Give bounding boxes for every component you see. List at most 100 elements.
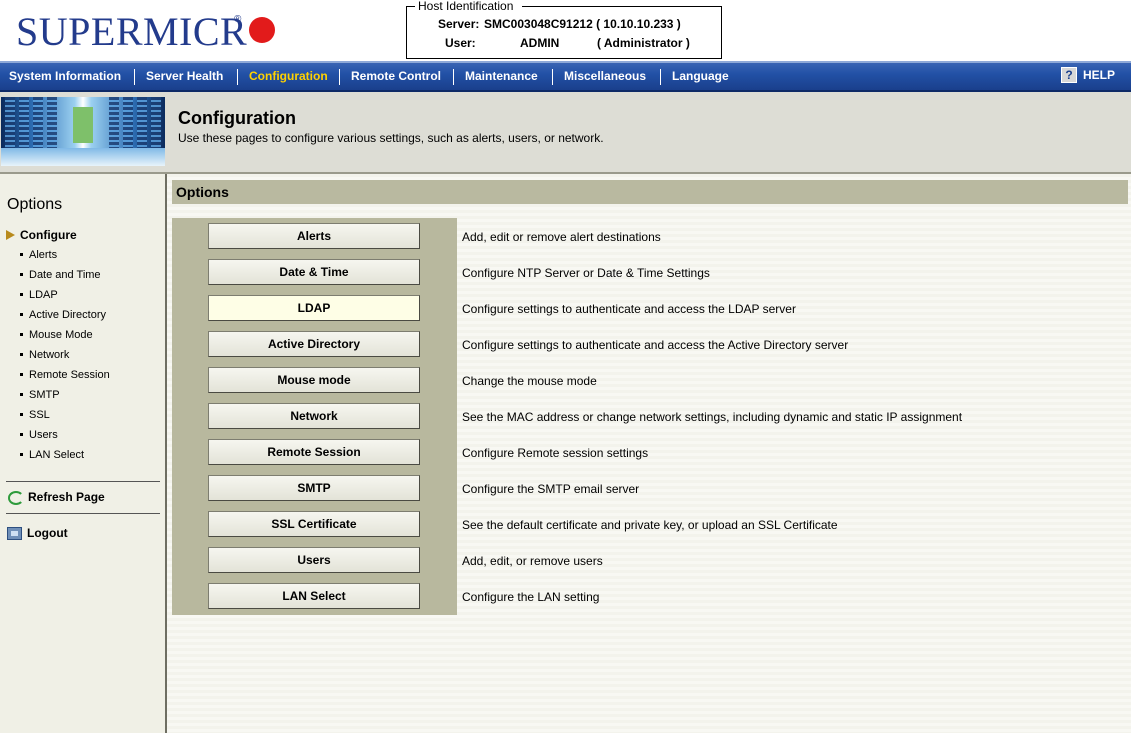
options-header-label: Options [176,184,229,200]
sidebar-divider-line [6,481,160,482]
nav-system-information[interactable]: System Information [9,69,121,83]
nav-separator [552,69,553,85]
user-label: User: [445,36,476,50]
host-identification-box: Host Identification Server: SMC003048C91… [406,0,722,59]
arrow-right-icon [6,230,15,240]
sidebar-item-network[interactable]: Network [20,349,69,362]
page-title: Configuration [178,108,296,128]
bullet-icon [20,333,23,336]
datacenter-banner-image [1,97,165,166]
sidebar-item-date-and-time[interactable]: Date and Time [20,269,101,282]
host-box-border [407,6,415,7]
sidebar-item-smtp[interactable]: SMTP [20,389,60,402]
nav-remote-control[interactable]: Remote Control [351,69,441,83]
nav-miscellaneous[interactable]: Miscellaneous [564,69,646,83]
refresh-page-label: Refresh Page [28,490,105,504]
ssl-certificate-button[interactable]: SSL Certificate [208,511,420,537]
main-navigation: System Information Server Health Configu… [0,61,1131,92]
sidebar-title: Options [7,196,63,213]
help-icon: ? [1060,67,1077,83]
options-header: Options [172,180,1128,204]
window-graphic [73,107,93,143]
floor-graphic [1,148,165,166]
bullet-icon [20,313,23,316]
sidebar-item-mouse-mode[interactable]: Mouse Mode [20,329,93,342]
sidebar-divider-line [6,513,160,514]
logo-registered-mark: ® [234,14,242,25]
active-directory-button[interactable]: Active Directory [208,331,420,357]
host-identification-legend: Host Identification [417,0,515,13]
lan-select-button[interactable]: LAN Select [208,583,420,609]
sidebar-item-remote-session[interactable]: Remote Session [20,369,110,382]
nav-maintenance[interactable]: Maintenance [465,69,538,83]
sidebar-item-label: SSL [29,409,50,421]
ldap-button[interactable]: LDAP [208,295,420,321]
logout-link[interactable]: Logout [7,526,68,540]
nav-separator [660,69,661,85]
smtp-description: Configure the SMTP email server [462,482,640,496]
user-value: ADMIN [520,36,560,50]
alerts-description: Add, edit or remove alert destinations [462,230,661,244]
mouse-mode-description: Change the mouse mode [462,374,597,388]
sidebar-item-ssl[interactable]: SSL [20,409,50,422]
server-label: Server: [438,17,480,31]
network-button[interactable]: Network [208,403,420,429]
bullet-icon [20,293,23,296]
nav-configuration[interactable]: Configuration [249,69,328,83]
nav-separator [339,69,340,85]
sidebar-item-label: LAN Select [29,449,85,461]
date-time-description: Configure NTP Server or Date & Time Sett… [462,266,710,280]
bullet-icon [20,393,23,396]
nav-separator [453,69,454,85]
sidebar-item-label: Remote Session [29,369,110,381]
alerts-button[interactable]: Alerts [208,223,420,249]
sidebar-item-lan-select[interactable]: LAN Select [20,449,84,462]
active-directory-description: Configure settings to authenticate and a… [462,338,849,352]
sidebar-item-label: Mouse Mode [29,329,93,341]
nav-language[interactable]: Language [672,69,729,83]
bullet-icon [20,373,23,376]
sidebar-item-label: Users [29,429,58,441]
nav-server-health[interactable]: Server Health [146,69,223,83]
smtp-button[interactable]: SMTP [208,475,420,501]
logout-label: Logout [27,526,68,540]
help-label: HELP [1082,68,1115,82]
sidebar-item-active-directory[interactable]: Active Directory [20,309,106,322]
remote-session-description: Configure Remote session settings [462,446,649,460]
lan-select-description: Configure the LAN setting [462,590,600,604]
sidebar-item-alerts[interactable]: Alerts [20,249,57,262]
mouse-mode-button[interactable]: Mouse mode [208,367,420,393]
remote-session-button[interactable]: Remote Session [208,439,420,465]
nav-separator [134,69,135,85]
network-description: See the MAC address or change network se… [462,410,963,424]
sidebar-item-users[interactable]: Users [20,429,58,442]
nav-separator [237,69,238,85]
ldap-description: Configure settings to authenticate and a… [462,302,796,316]
sidebar-item-label: LDAP [29,289,58,301]
ssl-certificate-description: See the default certificate and private … [462,518,838,532]
bullet-icon [20,433,23,436]
logo-dot-icon [249,17,276,43]
sidebar-item-label: Alerts [29,249,58,261]
sidebar-section-configure[interactable]: Configure [6,228,77,242]
users-description: Add, edit, or remove users [462,554,603,568]
sidebar-item-label: Network [29,349,70,361]
app-root: SUPERMICR ® Host Identification Server: … [0,0,1131,733]
bullet-icon [20,273,23,276]
sidebar-item-ldap[interactable]: LDAP [20,289,58,302]
logo-text: SUPERMICR [16,9,248,54]
bullet-icon [20,353,23,356]
logout-icon [7,526,22,540]
refresh-page-link[interactable]: Refresh Page [7,490,105,505]
help-button[interactable]: ? HELP [1060,67,1115,83]
bullet-icon [20,453,23,456]
user-role: ( Administrator ) [597,36,690,50]
bullet-icon [20,253,23,256]
host-box-border [522,6,721,7]
page-subtitle: Use these pages to configure various set… [178,131,604,145]
sidebar-section-label: Configure [20,228,77,242]
sidebar-item-label: Active Directory [29,309,107,321]
bullet-icon [20,413,23,416]
users-button[interactable]: Users [208,547,420,573]
date-time-button[interactable]: Date & Time [208,259,420,285]
